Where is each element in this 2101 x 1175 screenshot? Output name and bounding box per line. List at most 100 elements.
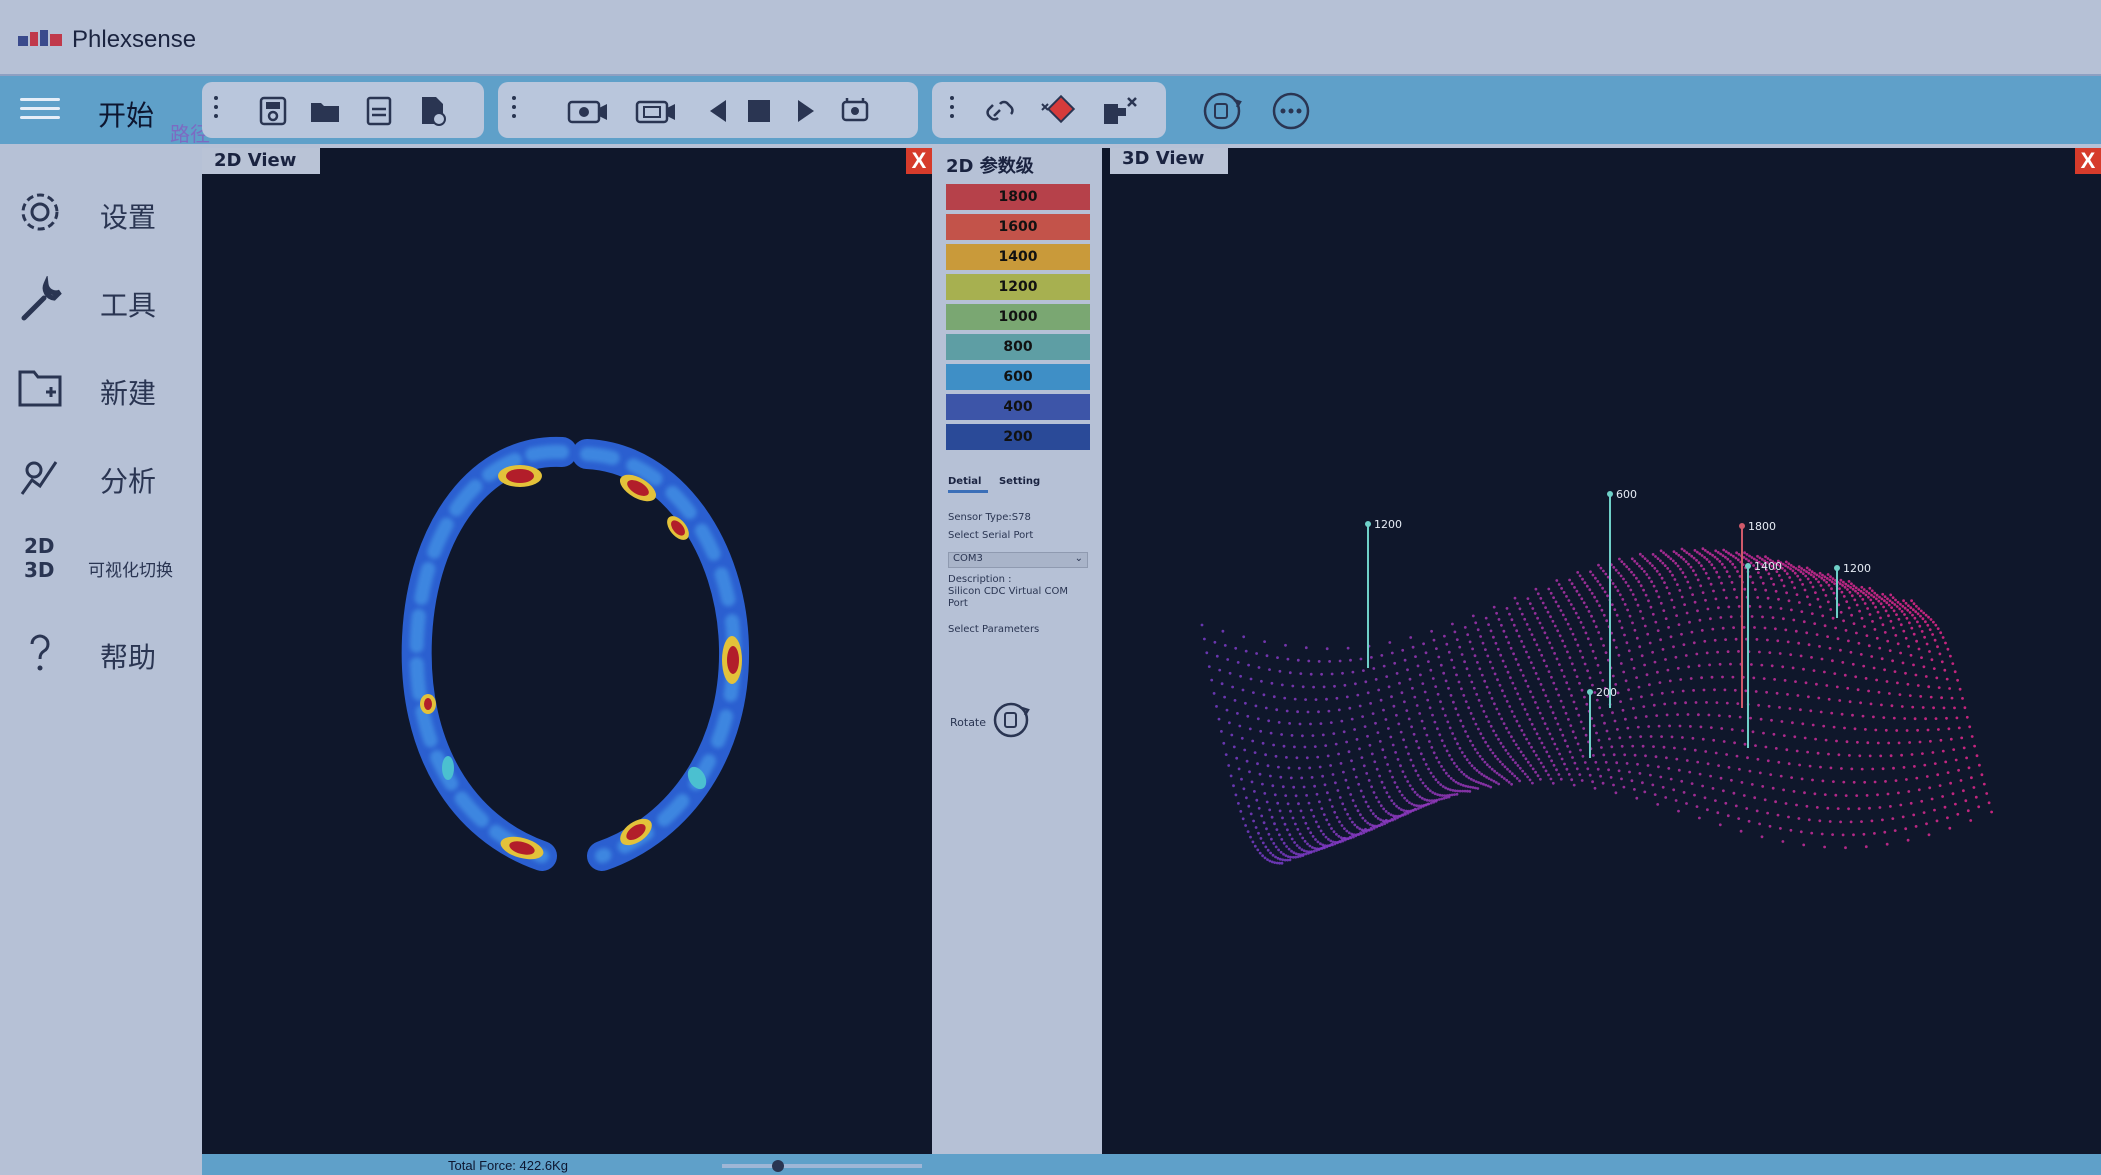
surface-point (1709, 774, 1712, 778)
serial-port-select[interactable]: COM3 ⌄ (948, 552, 1088, 568)
surface-point (1534, 587, 1538, 591)
save-icon[interactable] (256, 94, 290, 128)
surface-point (1451, 622, 1454, 626)
surface-point (1389, 735, 1393, 739)
surface-point (1396, 816, 1399, 820)
sidebar-item-analysis[interactable]: 分析 (0, 438, 200, 508)
surface-point (1534, 672, 1538, 675)
sidebar-item-tools[interactable]: 工具 (0, 262, 200, 332)
tab-detail[interactable]: Detial (948, 476, 981, 487)
sidebar-item-view-switch[interactable]: 2D 3D 可视化切换 (0, 526, 200, 596)
surface-point (1814, 737, 1817, 741)
2d-view-panel[interactable]: 2D View X (202, 148, 932, 1154)
surface-point (1611, 674, 1615, 678)
floppy-icon[interactable] (362, 94, 396, 128)
surface-point (1430, 629, 1433, 633)
surface-point (1270, 860, 1274, 864)
surface-point (1777, 574, 1781, 577)
surface-point (1904, 671, 1907, 675)
surface-point (1436, 781, 1440, 784)
surface-point (1906, 838, 1910, 842)
more-icon[interactable] (1270, 90, 1312, 132)
surface-point (1854, 675, 1858, 679)
sidebar-item-new[interactable]: 新建 (0, 350, 200, 420)
surface-point (1761, 615, 1764, 619)
surface-point (1703, 639, 1707, 643)
surface-point (1322, 685, 1326, 689)
surface-point (1982, 782, 1986, 786)
surface-point (1651, 553, 1655, 556)
surface-point (1952, 748, 1956, 751)
surface-point (1348, 706, 1352, 710)
surface-point (1664, 553, 1668, 557)
surface-point (1929, 739, 1932, 743)
surface-point (1706, 607, 1710, 611)
surface-point (1633, 559, 1637, 563)
legend-level-1800: 1800 (946, 184, 1090, 210)
surface-point (1767, 704, 1771, 708)
calibrate-icon[interactable] (1038, 94, 1080, 128)
surface-point (1665, 713, 1669, 717)
close-2d-view-button[interactable]: X (906, 148, 932, 174)
surface-point (1805, 631, 1809, 635)
surface-point (1574, 611, 1578, 615)
surface-point (1233, 699, 1237, 702)
surface-point (1413, 807, 1417, 811)
surface-point (1916, 620, 1919, 624)
snapshot-icon[interactable] (838, 94, 872, 128)
surface-point (1505, 700, 1509, 703)
surface-point (1632, 573, 1636, 577)
surface-point (1883, 599, 1886, 603)
surface-point (1325, 845, 1329, 849)
surface-point (1913, 717, 1917, 721)
surface-point (1285, 845, 1288, 848)
sidebar-item-label: 帮助 (100, 642, 157, 673)
stop-icon[interactable] (742, 94, 776, 128)
surface-point (1867, 689, 1870, 693)
surface-point (1395, 713, 1398, 717)
surface-point (1911, 613, 1914, 617)
surface-point (1491, 666, 1495, 670)
surface-point (1768, 651, 1772, 654)
surface-point (1970, 776, 1973, 780)
surface-point (1824, 738, 1828, 742)
surface-point (1864, 593, 1868, 597)
surface-point (1878, 806, 1882, 809)
rotate-icon[interactable] (992, 700, 1032, 740)
surface-point (1555, 747, 1559, 751)
sidebar-item-help[interactable]: 帮助 (0, 614, 200, 684)
surface-point (1425, 798, 1429, 802)
frame-slider-handle[interactable] (772, 1160, 784, 1172)
export-file-icon[interactable] (416, 94, 450, 128)
surface-point (1275, 828, 1279, 831)
tab-2d-view[interactable]: 2D View (202, 148, 320, 174)
frame-slider[interactable] (722, 1164, 922, 1168)
3d-view-panel[interactable]: 1200 600 1800 1400 1200 200 3D View X (1102, 148, 2101, 1154)
link-icon[interactable] (986, 94, 1020, 128)
tab-start[interactable]: 开始 (98, 94, 154, 134)
surface-point (1703, 556, 1706, 559)
surface-point (1640, 567, 1644, 570)
surface-point (1771, 616, 1775, 619)
surface-point (1879, 754, 1883, 758)
rotate-icon[interactable] (1202, 90, 1244, 132)
sidebar-item-settings[interactable]: 设置 (0, 174, 200, 244)
surface-point (1240, 777, 1243, 781)
surface-point (1290, 734, 1294, 737)
hamburger-menu-icon[interactable] (20, 92, 60, 128)
tab-3d-view[interactable]: 3D View (1110, 148, 1228, 174)
surface-point (1480, 673, 1484, 677)
video-playback-icon[interactable] (634, 94, 678, 128)
close-3d-view-button[interactable]: X (2075, 148, 2101, 174)
surface-point (1602, 613, 1606, 617)
disconnect-icon[interactable] (1100, 94, 1140, 128)
tab-setting[interactable]: Setting (999, 476, 1040, 487)
open-folder-icon[interactable] (308, 94, 342, 128)
surface-point (1347, 831, 1351, 835)
prev-frame-icon[interactable] (702, 94, 736, 128)
surface-point (1915, 639, 1918, 643)
play-icon[interactable] (788, 94, 822, 128)
surface-point (1962, 746, 1966, 750)
record-camera-icon[interactable] (566, 94, 610, 128)
surface-point (1791, 569, 1795, 573)
